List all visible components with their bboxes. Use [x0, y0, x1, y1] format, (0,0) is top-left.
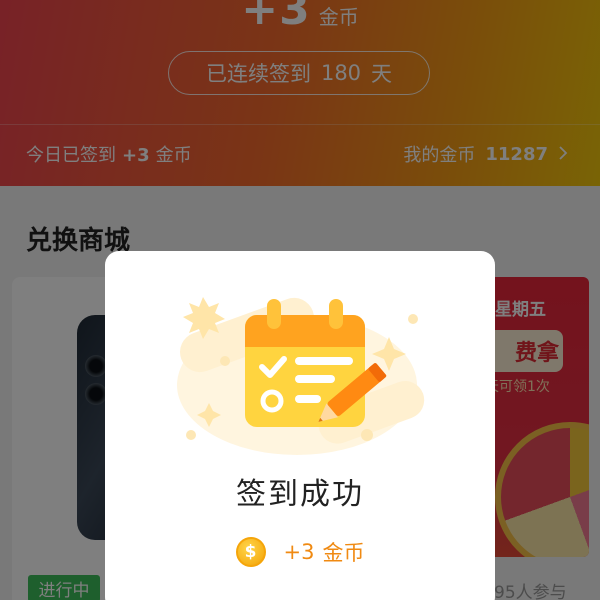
reward-unit: 金币 — [322, 541, 365, 565]
coin-symbol: $ — [244, 542, 257, 562]
modal-title: 签到成功 — [236, 477, 364, 512]
checkin-screen: +3金币 已连续签到 180 天 今日已签到+3金币 我的金币 11287 兑换… — [0, 0, 600, 600]
reward-amount: +3 — [283, 540, 315, 564]
calendar-pencil-illustration — [177, 297, 425, 455]
reward-row: $ +3 金币 — [105, 537, 495, 567]
coin-icon: $ — [235, 537, 266, 567]
checkin-success-modal: 签到成功 $ +3 金币 — [105, 251, 495, 600]
